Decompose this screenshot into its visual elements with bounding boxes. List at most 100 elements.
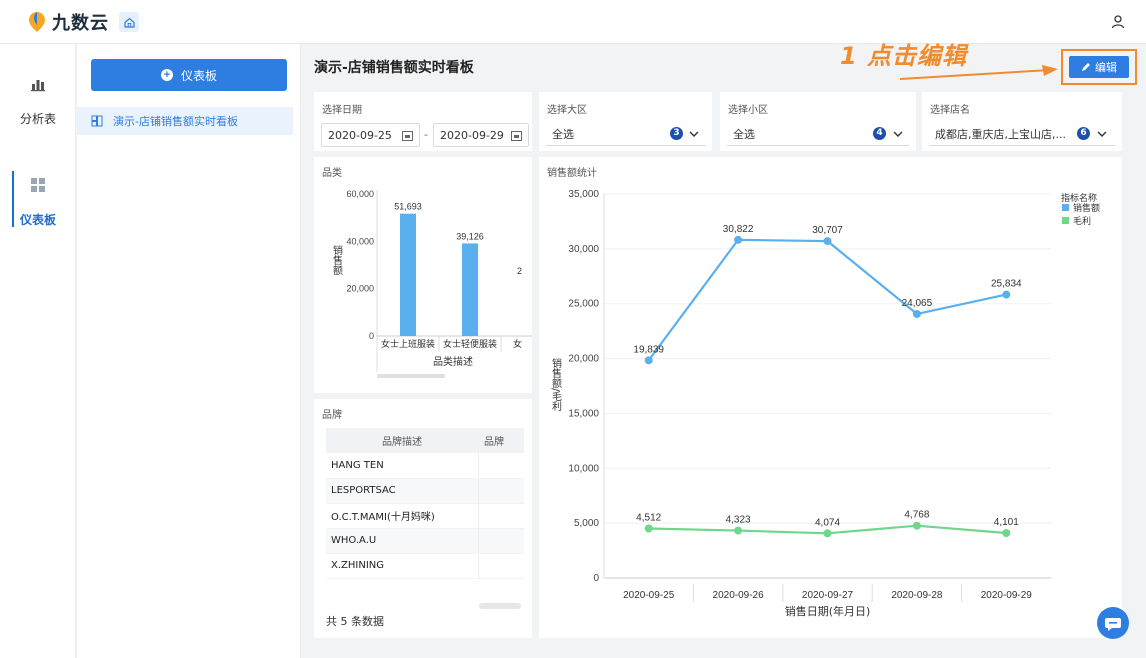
date-separator: -	[424, 128, 428, 141]
y-tick-label: 10,000	[568, 463, 599, 474]
x-axis-label: 品类描述	[433, 355, 473, 368]
tree-item-dashboard[interactable]: 演示-店铺销售额实时看板	[77, 107, 293, 135]
rail-item-analysis[interactable]: 分析表	[0, 76, 76, 140]
store-count-badge: 6	[1077, 127, 1090, 140]
sales-line-chart: 0 5,000 10,000 15,000 20,000 25,000 30,000 35,0…	[550, 189, 1101, 618]
calendar-icon	[402, 131, 413, 141]
calendar-icon	[511, 131, 522, 141]
data-point	[1002, 290, 1011, 299]
table-horizontal-scrollbar[interactable]	[479, 603, 521, 609]
end-date-input[interactable]: 2020-09-29	[433, 123, 529, 147]
y-tick-label: 0	[369, 331, 374, 341]
add-dashboard-button[interactable]: + 仪表板	[91, 59, 287, 91]
table-row[interactable]: O.C.T.MAMI(十月妈咪)	[326, 503, 524, 529]
legend-title: 指标名称	[1061, 192, 1097, 204]
bar-value-label: 51,693	[394, 202, 422, 212]
user-icon[interactable]	[1110, 14, 1126, 30]
plus-icon: +	[160, 69, 173, 81]
table-row[interactable]: WHO.A.U	[326, 528, 524, 554]
data-point	[823, 529, 832, 538]
pencil-icon	[1082, 63, 1090, 71]
bar-value-label: 39,126	[456, 231, 484, 241]
bar-value-label-clipped: 2	[517, 266, 522, 276]
legend-swatch	[1062, 217, 1069, 224]
chevron-down-icon	[1097, 131, 1107, 137]
edit-button-label: 编辑	[1095, 62, 1117, 74]
start-date-input[interactable]: 2020-09-25	[321, 123, 420, 147]
data-label: 19,839	[633, 344, 664, 355]
y-tick-label: 20,000	[568, 354, 599, 365]
data-label: 4,512	[636, 512, 661, 523]
data-point	[823, 237, 832, 246]
y-tick-label: 5,000	[574, 518, 599, 529]
y-tick-label: 40,000	[346, 236, 374, 246]
table-row[interactable]: HANG TEN	[326, 453, 524, 479]
x-tick-label: 2020-09-27	[802, 590, 854, 601]
y-tick-label: 25,000	[568, 299, 599, 310]
data-point	[912, 309, 921, 318]
brand-cell-empty	[478, 478, 524, 504]
brand-cell: O.C.T.MAMI(十月妈咪)	[326, 503, 479, 529]
rail-item-label: 仪表板	[19, 213, 56, 227]
data-label: 4,074	[815, 517, 840, 528]
data-label: 4,323	[726, 515, 751, 526]
chat-support-button[interactable]	[1097, 607, 1129, 639]
data-point	[734, 235, 743, 244]
legend-swatch	[1062, 204, 1069, 211]
brand-cell: HANG TEN	[326, 453, 479, 479]
home-button[interactable]	[119, 12, 139, 32]
table-row[interactable]: LESPORTSAC	[326, 478, 524, 504]
y-tick-label: 15,000	[568, 408, 599, 419]
y-axis-label: 销售额/毛利	[550, 357, 562, 412]
chart-scrollbar	[377, 374, 445, 378]
x-tick-label: 女士轻便服装	[443, 338, 497, 350]
column-header[interactable]: 品牌	[478, 428, 524, 453]
region-select[interactable]: 全选 3	[546, 122, 706, 146]
left-rail: 分析表 仪表板	[0, 44, 76, 658]
add-dashboard-label: 仪表板	[180, 68, 217, 83]
edit-button[interactable]: 编辑	[1069, 56, 1129, 78]
rail-item-dashboard[interactable]: 仪表板	[0, 171, 76, 241]
data-label: 25,834	[991, 279, 1022, 290]
page-title: 演示-店铺销售额实时看板	[314, 60, 474, 76]
logo[interactable]: 九数云	[28, 8, 109, 36]
store-select[interactable]: 成都店,重庆店,上宝山店,... 6	[929, 122, 1115, 146]
legend-label: 毛利	[1073, 215, 1091, 227]
subregion-filter-label: 选择小区	[728, 105, 768, 116]
x-axis-label: 销售日期(年月日)	[785, 604, 871, 618]
x-tick-label: 2020-09-25	[623, 590, 675, 601]
annotation-arrow	[899, 65, 1058, 80]
data-label: 4,768	[904, 510, 929, 521]
y-tick-label: 30,000	[568, 244, 599, 255]
brand-table: 品牌描述 品牌 HANG TEN LESPORTSAC O.C.T.MAMI(十…	[326, 428, 524, 579]
data-point	[644, 356, 653, 365]
dashboard-tree-panel: + 仪表板 演示-店铺销售额实时看板	[77, 44, 301, 658]
x-tick-label: 2020-09-29	[981, 590, 1033, 601]
brand-cell: X.ZHINING	[326, 553, 479, 579]
logo-text: 九数云	[52, 13, 109, 34]
subregion-select[interactable]: 全选 4	[727, 122, 909, 146]
brand-cell-empty	[478, 453, 524, 479]
x-tick-label: 2020-09-28	[891, 590, 943, 601]
region-filter-label: 选择大区	[547, 105, 587, 116]
subregion-select-value: 全选	[733, 127, 755, 141]
data-point	[734, 526, 743, 535]
end-date-value: 2020-09-29	[440, 128, 504, 142]
logo-mark-icon	[29, 12, 45, 32]
data-point	[644, 524, 653, 533]
category-chart-title: 品类	[322, 168, 342, 179]
table-row[interactable]: X.ZHINING	[326, 553, 524, 579]
data-label: 24,065	[902, 298, 933, 309]
y-axis-label: 销售额	[331, 244, 343, 276]
category-bar-chart: 0 20,000 40,000 60,000 销售额 51,693 女士上班服装 39,126…	[331, 189, 532, 378]
y-tick-label: 20,000	[346, 284, 374, 294]
chevron-down-icon	[689, 131, 699, 137]
brand-table-title: 品牌	[322, 410, 342, 421]
brand-cell-empty	[478, 553, 524, 579]
y-tick-label: 60,000	[346, 189, 374, 199]
bar	[462, 243, 478, 336]
y-tick-label: 0	[593, 573, 599, 584]
x-tick-label: 女士上班服装	[381, 338, 435, 350]
column-header[interactable]: 品牌描述	[326, 428, 478, 453]
sales-chart-title: 销售额统计	[547, 168, 597, 179]
